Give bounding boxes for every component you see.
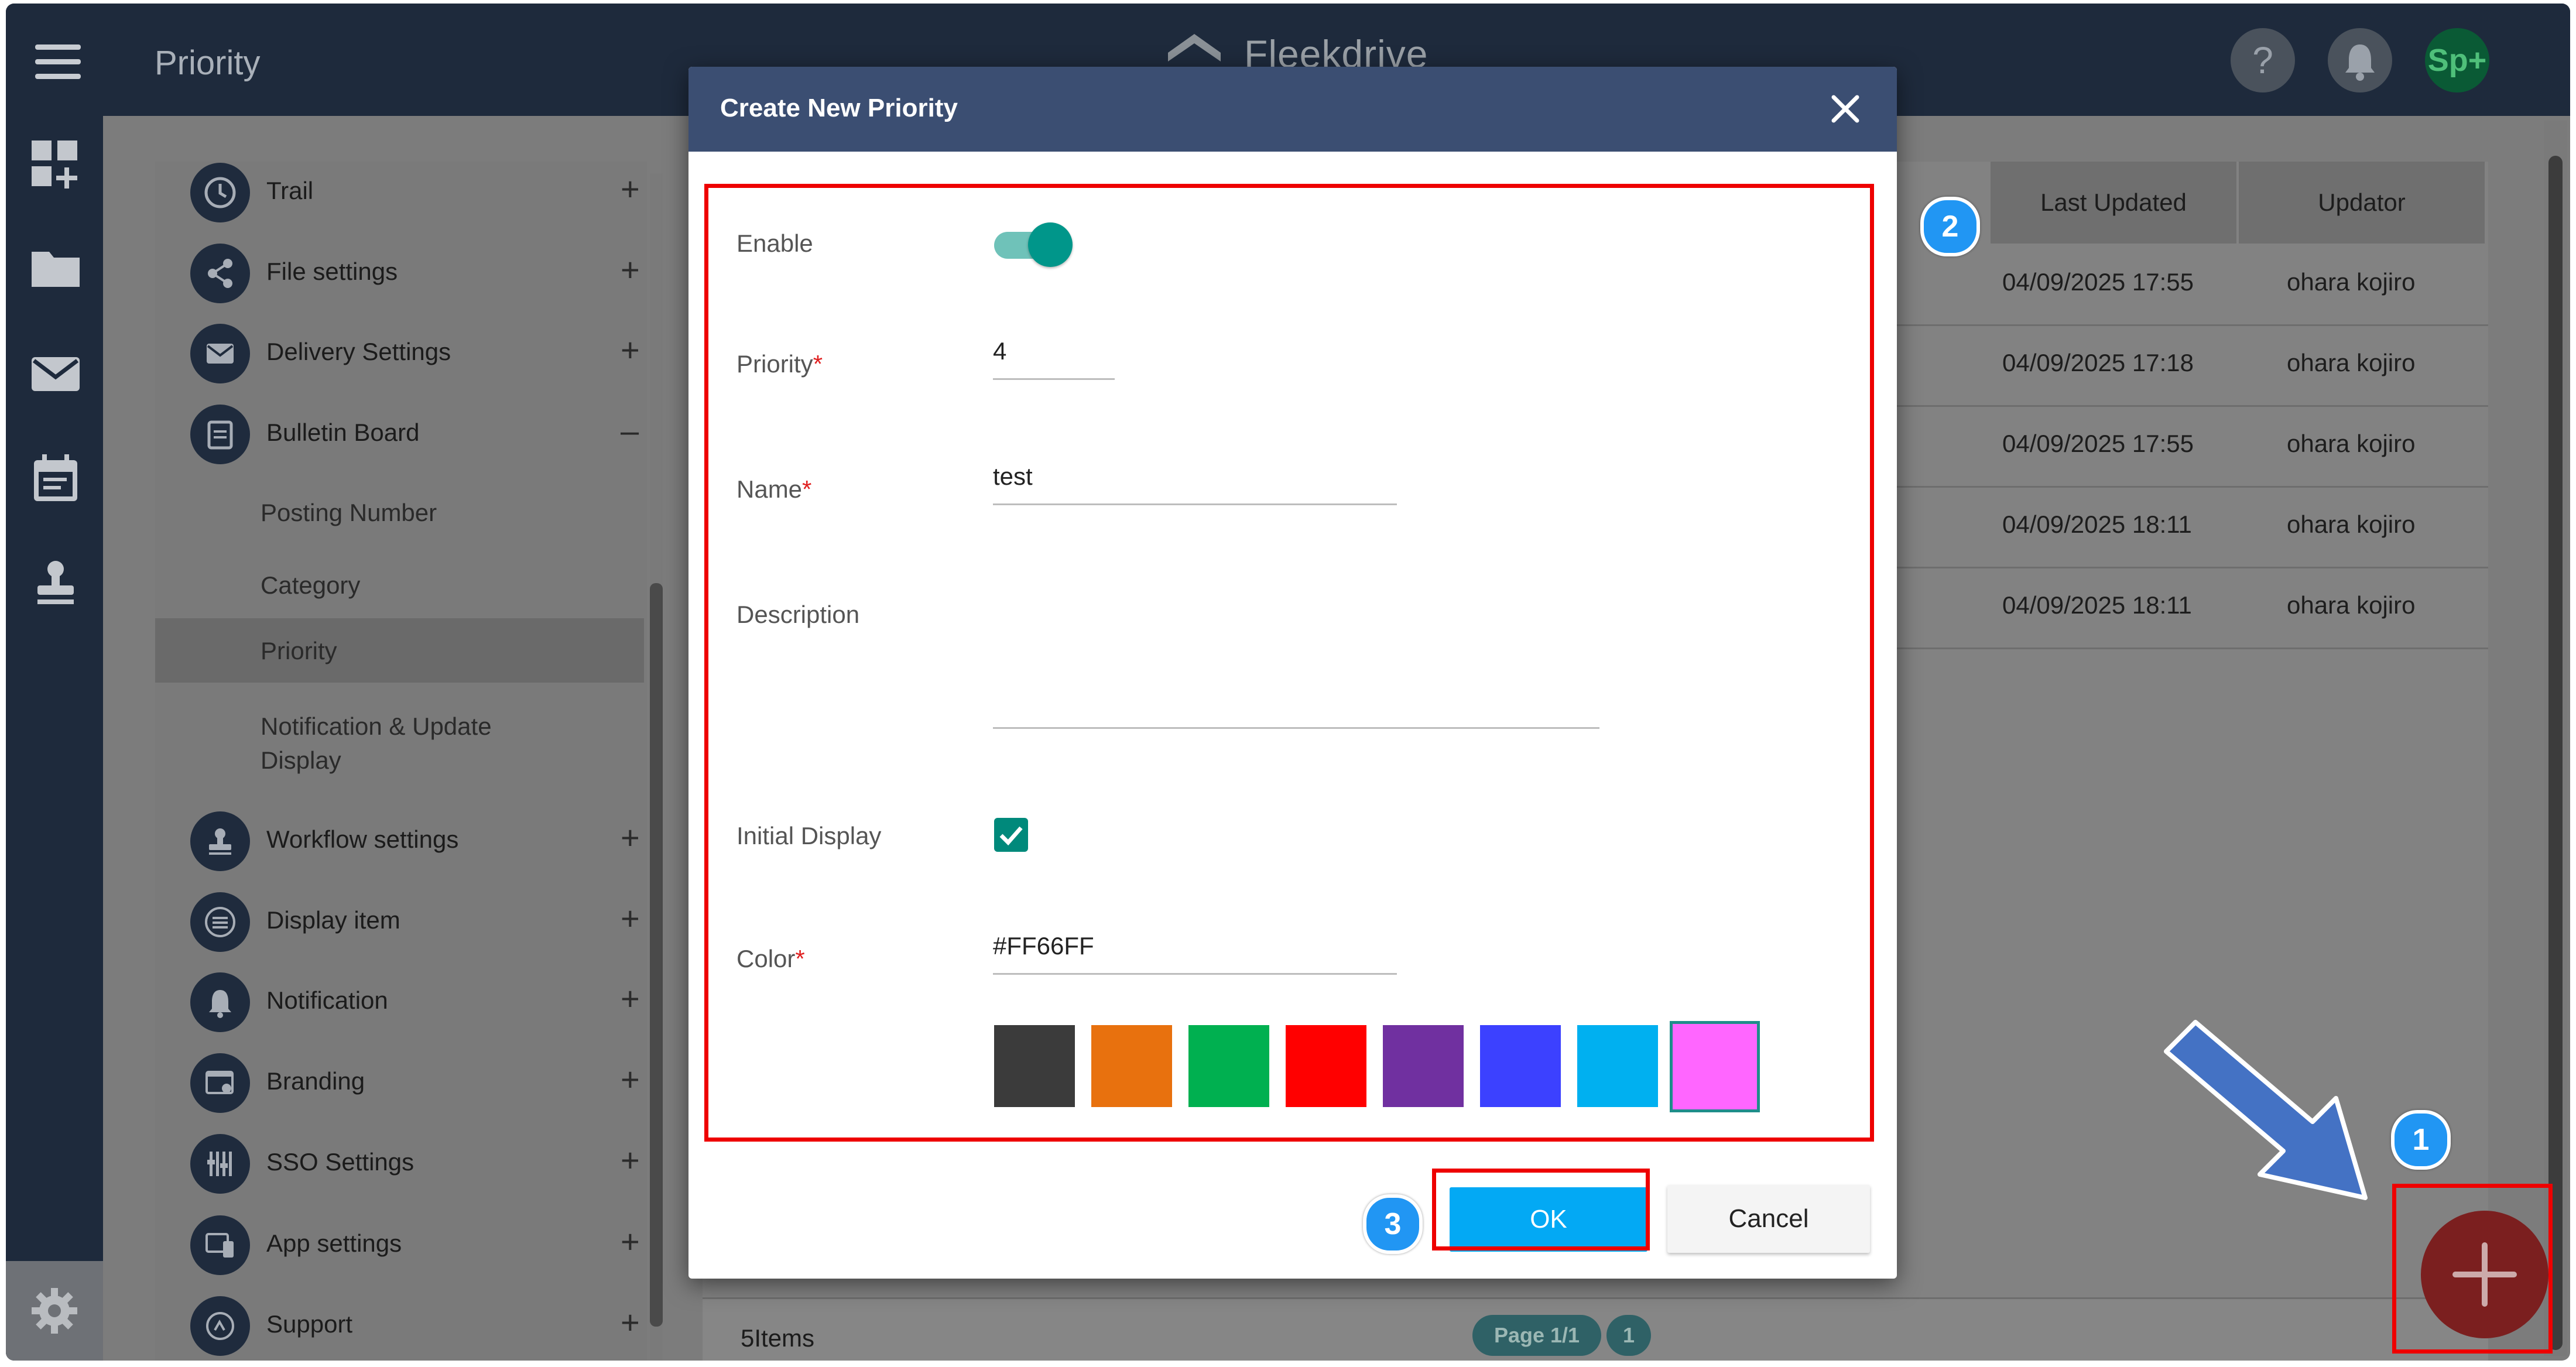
menu-item-workflow-settings[interactable]: Workflow settings + xyxy=(190,806,640,876)
cell-last-updated: 04/09/2025 17:18 xyxy=(2002,349,2194,376)
sub-item-notification-update-display[interactable]: Notification & Update Display xyxy=(261,710,518,777)
menu-item-app-settings[interactable]: App settings + xyxy=(190,1210,640,1280)
notification-bell-icon[interactable] xyxy=(2328,28,2392,92)
menu-item-trail[interactable]: Trail + xyxy=(190,157,640,227)
menu-item-delivery-settings[interactable]: Delivery Settings + xyxy=(190,318,640,388)
sliders-icon xyxy=(190,1134,250,1194)
stamp-icon xyxy=(190,811,250,871)
page-number-button[interactable]: 1 xyxy=(1606,1315,1651,1356)
menu-item-sso-settings[interactable]: SSO Settings + xyxy=(190,1128,640,1198)
menu-item-support[interactable]: Support + xyxy=(190,1290,640,1361)
expand-plus-icon[interactable]: + xyxy=(621,1303,640,1341)
step-badge-1: 1 xyxy=(2391,1110,2451,1170)
menu-item-branding[interactable]: Branding + xyxy=(190,1047,640,1118)
active-sub-item-highlight xyxy=(155,618,644,683)
dialog-title: Create New Priority xyxy=(720,94,958,122)
items-count: 5Items xyxy=(741,1324,815,1352)
menu-item-notification[interactable]: Notification + xyxy=(190,967,640,1037)
cell-updator: ohara kojiro xyxy=(2287,591,2416,619)
menu-item-label: Display item xyxy=(266,906,400,934)
hamburger-menu-icon[interactable] xyxy=(35,44,81,80)
menu-item-label: File settings xyxy=(266,258,398,285)
close-icon[interactable] xyxy=(1824,88,1866,130)
highlight-form-area xyxy=(704,184,1874,1142)
menu-item-label: Branding xyxy=(266,1067,365,1095)
branding-icon xyxy=(190,1053,250,1113)
expand-plus-icon[interactable]: + xyxy=(621,979,640,1017)
app-window: Priority Fleekdrive ? Sp+ Trail + File s… xyxy=(6,4,2570,1361)
page-indicator: Page 1/1 xyxy=(1472,1315,1601,1356)
expand-plus-icon[interactable]: + xyxy=(621,818,640,856)
brand-logo-icon xyxy=(1168,34,1221,61)
menu-item-label: Notification xyxy=(266,986,388,1014)
cell-updator: ohara kojiro xyxy=(2287,511,2416,538)
dashboard-add-icon[interactable] xyxy=(29,138,82,191)
dialog-header: Create New Priority xyxy=(688,67,1897,152)
cell-updator: ohara kojiro xyxy=(2287,349,2416,376)
page-scroll-thumb[interactable] xyxy=(2548,156,2563,1350)
cell-last-updated: 04/09/2025 18:11 xyxy=(2002,511,2192,538)
help-icon[interactable]: ? xyxy=(2231,28,2295,92)
folder-icon[interactable] xyxy=(29,242,82,295)
step-badge-3: 3 xyxy=(1363,1194,1423,1254)
column-header-updator[interactable]: Updator xyxy=(2239,162,2485,244)
cell-last-updated: 04/09/2025 17:55 xyxy=(2002,268,2194,296)
list-icon xyxy=(190,892,250,952)
highlight-ok-button xyxy=(1432,1169,1650,1250)
settings-rail-item[interactable] xyxy=(6,1261,103,1361)
sub-item-category[interactable]: Category xyxy=(261,571,360,599)
settings-side-menu: Trail + File settings + Delivery Setting… xyxy=(155,162,647,1361)
gear-icon xyxy=(32,1288,77,1334)
pointer-arrow-icon xyxy=(2164,1020,2368,1200)
clock-icon xyxy=(190,163,250,222)
mail-icon[interactable] xyxy=(29,348,82,400)
bell-icon xyxy=(190,972,250,1032)
menu-item-label: SSO Settings xyxy=(266,1148,415,1176)
user-avatar[interactable]: Sp+ xyxy=(2425,28,2489,92)
page-title: Priority xyxy=(155,44,261,82)
menu-item-bulletin-board[interactable]: Bulletin Board – xyxy=(190,399,639,469)
sub-item-priority[interactable]: Priority xyxy=(261,637,337,665)
expand-plus-icon[interactable]: + xyxy=(621,1060,640,1098)
menu-item-label: Bulletin Board xyxy=(266,419,420,446)
expand-plus-icon[interactable]: + xyxy=(621,1222,640,1260)
bulletin-board-icon xyxy=(190,405,250,464)
expand-plus-icon[interactable]: + xyxy=(621,170,640,208)
menu-item-label: Delivery Settings xyxy=(266,338,451,365)
expand-plus-icon[interactable]: + xyxy=(621,251,640,289)
cell-updator: ohara kojiro xyxy=(2287,268,2416,296)
expand-plus-icon[interactable]: + xyxy=(621,899,640,937)
highlight-add-button xyxy=(2392,1184,2553,1354)
cancel-button[interactable]: Cancel xyxy=(1667,1185,1870,1253)
expand-plus-icon[interactable]: + xyxy=(621,1141,640,1179)
screenshot-frame: Priority Fleekdrive ? Sp+ Trail + File s… xyxy=(0,0,2576,1367)
collapse-minus-icon[interactable]: – xyxy=(621,412,639,450)
support-icon xyxy=(190,1296,250,1356)
step-badge-2: 2 xyxy=(1920,197,1980,256)
column-header-last-updated[interactable]: Last Updated xyxy=(1991,162,2236,244)
calendar-icon[interactable] xyxy=(29,452,82,505)
side-menu-scroll-thumb[interactable] xyxy=(650,583,663,1327)
devices-icon xyxy=(190,1215,250,1275)
mail-icon xyxy=(190,324,250,383)
menu-item-label: Trail xyxy=(266,177,314,204)
cell-last-updated: 04/09/2025 17:55 xyxy=(2002,430,2194,457)
menu-item-label: App settings xyxy=(266,1229,402,1257)
cell-last-updated: 04/09/2025 18:11 xyxy=(2002,591,2192,619)
expand-plus-icon[interactable]: + xyxy=(621,331,640,369)
menu-item-file-settings[interactable]: File settings + xyxy=(190,238,640,308)
share-icon xyxy=(190,244,250,303)
left-icon-rail xyxy=(6,116,103,1361)
sub-item-posting-number[interactable]: Posting Number xyxy=(261,499,437,527)
cell-updator: ohara kojiro xyxy=(2287,430,2416,457)
menu-item-label: Support xyxy=(266,1310,353,1338)
menu-item-label: Workflow settings xyxy=(266,825,459,853)
menu-item-display-item[interactable]: Display item + xyxy=(190,886,640,957)
stamp-icon[interactable] xyxy=(29,556,82,609)
